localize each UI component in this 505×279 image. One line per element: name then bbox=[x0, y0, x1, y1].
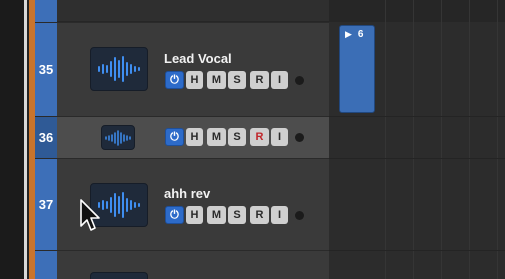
track-controls: ⏻ H M S R I bbox=[165, 71, 304, 89]
row-divider bbox=[329, 116, 505, 117]
region-label: 6 bbox=[357, 28, 364, 40]
record-enable-button[interactable]: R bbox=[250, 206, 269, 224]
automation-dot[interactable] bbox=[295, 210, 304, 220]
row-divider bbox=[329, 250, 505, 251]
track-controls: ⏻ H M S R I bbox=[165, 206, 304, 224]
mute-button[interactable]: M bbox=[207, 206, 226, 224]
track-name[interactable]: ahh rev bbox=[164, 186, 210, 201]
track-number-partial[interactable] bbox=[35, 251, 57, 279]
track-header-row[interactable]: Lead Vocal ⏻ H M S R I bbox=[57, 23, 329, 116]
track-name[interactable]: Lead Vocal bbox=[164, 51, 232, 66]
hide-button[interactable]: H bbox=[186, 206, 203, 224]
input-monitoring-button[interactable]: I bbox=[271, 71, 288, 89]
grid-line bbox=[413, 0, 414, 279]
input-monitoring-button[interactable]: I bbox=[271, 128, 288, 146]
row-divider bbox=[35, 250, 329, 251]
grid-line bbox=[385, 0, 386, 279]
hide-button[interactable]: H bbox=[186, 71, 203, 89]
left-gutter bbox=[0, 0, 27, 279]
mouse-cursor-icon bbox=[80, 199, 100, 231]
playhead-line bbox=[24, 0, 27, 279]
track-number[interactable]: 37 bbox=[35, 159, 57, 250]
solo-button[interactable]: S bbox=[228, 71, 246, 89]
track-header-partial-top bbox=[35, 0, 329, 22]
record-enable-button[interactable]: R bbox=[250, 71, 269, 89]
mute-button[interactable]: M bbox=[207, 71, 226, 89]
arrange-top-row bbox=[329, 0, 505, 22]
automation-dot[interactable] bbox=[295, 132, 304, 142]
track-number-partial bbox=[35, 0, 57, 22]
grid-line bbox=[469, 0, 470, 279]
grid-line bbox=[497, 0, 498, 279]
audio-region[interactable]: ▶ 6 bbox=[339, 25, 375, 113]
track-header-row-selected[interactable]: ⏻ H M S R I bbox=[57, 117, 329, 158]
solo-button[interactable]: S bbox=[228, 206, 246, 224]
power-button[interactable]: ⏻ bbox=[165, 71, 184, 89]
record-enable-button[interactable]: R bbox=[250, 128, 269, 146]
track-controls: ⏻ H M S R I bbox=[165, 128, 304, 146]
track-number[interactable]: 35 bbox=[35, 23, 57, 116]
power-button[interactable]: ⏻ bbox=[165, 128, 184, 146]
waveform-icon[interactable] bbox=[90, 47, 148, 91]
play-icon: ▶ bbox=[345, 28, 352, 39]
arrange-area[interactable]: ▶ 6 bbox=[329, 0, 505, 279]
region-header: ▶ 6 bbox=[340, 26, 374, 42]
mute-button[interactable]: M bbox=[207, 128, 226, 146]
hide-button[interactable]: H bbox=[186, 128, 203, 146]
waveform-icon[interactable] bbox=[101, 125, 135, 150]
row-divider bbox=[329, 158, 505, 159]
track-number[interactable]: 36 bbox=[35, 117, 57, 158]
input-monitoring-button[interactable]: I bbox=[271, 206, 288, 224]
waveform-icon[interactable] bbox=[90, 272, 148, 279]
automation-dot[interactable] bbox=[295, 75, 304, 85]
grid-line bbox=[441, 0, 442, 279]
solo-button[interactable]: S bbox=[228, 128, 246, 146]
power-button[interactable]: ⏻ bbox=[165, 206, 184, 224]
